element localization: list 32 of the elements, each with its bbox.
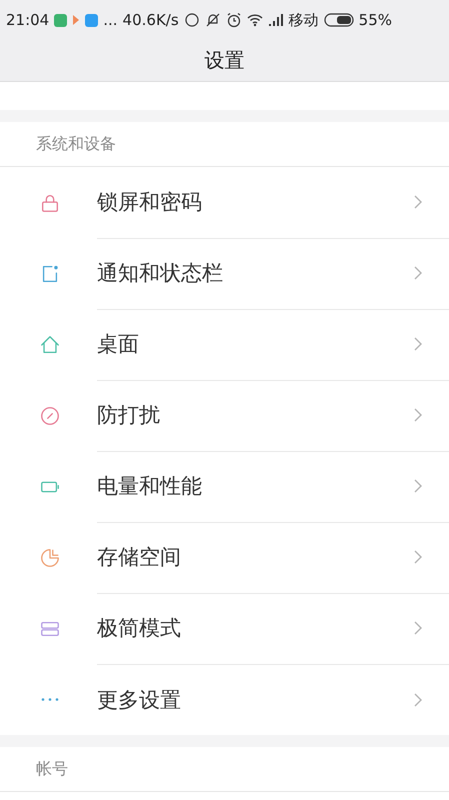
section-header: 帐号 [36,758,68,780]
settings-item[interactable]: 通知和状态栏 [97,259,413,287]
settings-item[interactable]: 锁屏和密码 [97,188,413,216]
chevron-right-icon [413,407,423,423]
alarm-icon [226,12,242,28]
chevron-right-icon [413,478,423,494]
play-icon [72,12,80,28]
muted-bell-icon [204,12,221,28]
settings-item[interactable]: 极简模式 [97,614,413,642]
app-icon [85,14,98,26]
settings-item[interactable]: 防打扰 [97,401,413,429]
chevron-right-icon [413,692,423,708]
carrier-name: 移动 [288,10,319,30]
more-notifications: ... [103,11,118,29]
settings-item[interactable]: 存储空间 [97,543,413,571]
settings-item[interactable]: 更多设置 [97,686,413,714]
settings-item[interactable]: 电量和性能 [97,472,413,500]
wifi-icon [246,12,263,28]
section-header: 系统和设备 [36,134,116,154]
battery-icon [324,12,354,28]
chevron-right-icon [413,620,423,636]
app-icon [54,14,68,26]
chevron-right-icon [413,336,423,352]
chevron-right-icon [413,549,423,565]
network-speed: 40.6K/s [122,11,179,29]
time: 21:04 [6,11,50,29]
page-title: 设置 [204,47,244,74]
settings-item[interactable]: 桌面 [97,330,413,358]
chevron-right-icon [413,265,423,281]
battery-percentage: 55% [358,11,392,29]
chevron-right-icon [413,194,423,210]
signal-icon [268,12,284,28]
